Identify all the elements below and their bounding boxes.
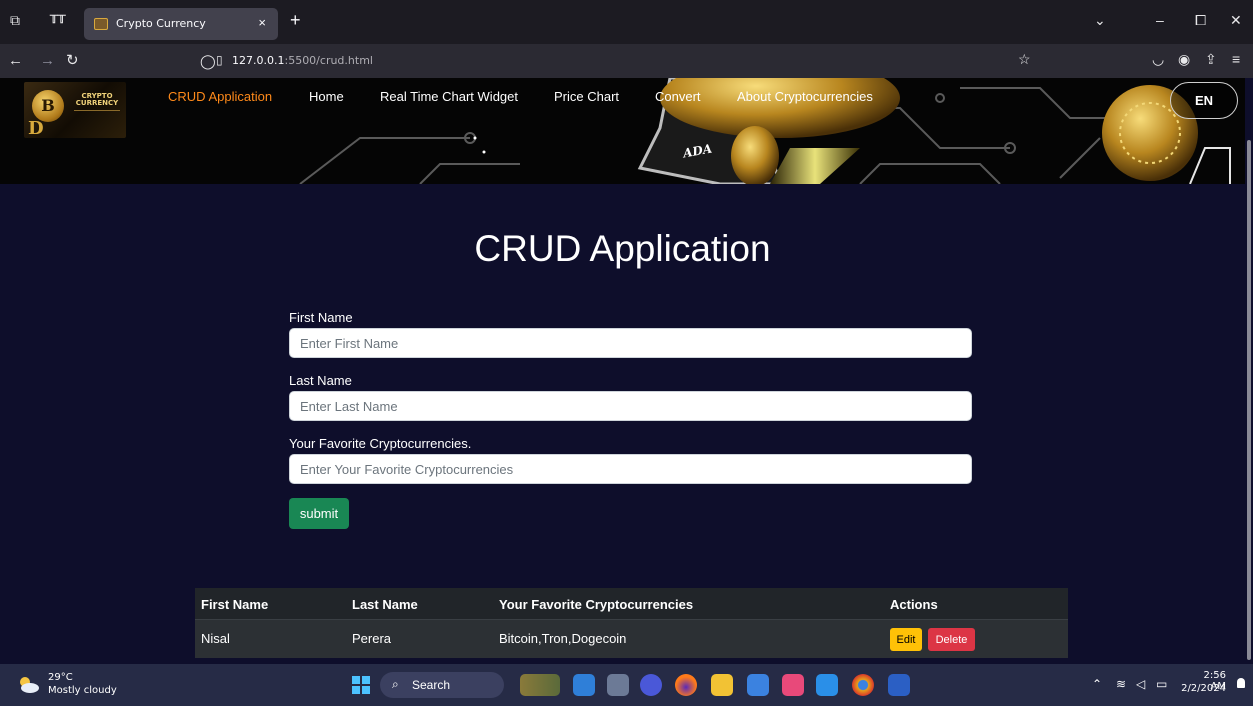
delete-button[interactable]: Delete — [928, 628, 975, 651]
taskbar-search[interactable]: ⌕ Search — [380, 672, 504, 698]
wifi-icon[interactable]: ≋ — [1116, 677, 1126, 691]
header-favorite-crypto: Your Favorite Cryptocurrencies — [499, 597, 694, 612]
first-name-input[interactable] — [289, 328, 972, 358]
page-viewport: ADA B CRYPTO CURRENCY D CRUD Application… — [0, 78, 1245, 664]
minimize-icon[interactable]: – — [1156, 12, 1164, 28]
widget-app-icon[interactable] — [520, 674, 560, 696]
header-first-name: First Name — [201, 597, 269, 612]
word-icon[interactable] — [888, 674, 910, 696]
bookmark-star-icon[interactable]: ☆ — [1018, 51, 1031, 68]
favorite-crypto-label: Your Favorite Cryptocurrencies. — [289, 436, 472, 451]
code-editor-icon[interactable] — [782, 674, 804, 696]
account-icon[interactable]: ◉ — [1178, 51, 1190, 68]
shield-icon[interactable]: ◯ — [200, 53, 216, 70]
browser-tab-bar: ⧉ 𝕋𝕋 Crypto Currency × + ⌄ – ⧠ ✕ — [0, 0, 1253, 44]
search-icon: ⌕ — [392, 677, 399, 691]
extensions-icon[interactable]: ⇪ — [1205, 51, 1217, 68]
page-title: CRUD Application — [474, 228, 771, 269]
cloud-sun-icon[interactable] — [16, 674, 40, 694]
table-header-row: First Name Last Name Your Favorite Crypt… — [195, 588, 1068, 620]
submit-button[interactable]: submit — [289, 498, 349, 529]
cell-first-name: Nisal — [201, 631, 230, 646]
site-logo[interactable]: B CRYPTO CURRENCY D — [24, 82, 126, 138]
browser-nav-bar: ← → ↻ ◯ ▯ 127.0.0.1:5500/crud.html ☆ ◡ ◉… — [0, 44, 1253, 78]
nav-about-cryptocurrencies[interactable]: About Cryptocurrencies — [737, 89, 873, 104]
new-tab-button[interactable]: + — [290, 11, 301, 29]
close-window-icon[interactable]: ✕ — [1230, 12, 1242, 29]
tab-close-icon[interactable]: × — [258, 15, 266, 30]
logo-d-letter: D — [28, 118, 44, 138]
edit-button[interactable]: Edit — [890, 628, 922, 651]
page-icon: ▯ — [216, 53, 223, 67]
chrome-icon[interactable] — [852, 674, 874, 696]
chevron-down-icon[interactable]: ⌄ — [1094, 12, 1106, 29]
meet-app-icon[interactable] — [640, 674, 662, 696]
menu-icon[interactable]: ≡ — [1232, 51, 1240, 67]
vscode-icon[interactable] — [816, 674, 838, 696]
cell-favorite-crypto: Bitcoin,Tron,Dogecoin — [499, 631, 627, 646]
nav-price-chart[interactable]: Price Chart — [554, 89, 619, 104]
notification-bell-icon[interactable] — [1237, 678, 1245, 688]
last-name-label: Last Name — [289, 373, 352, 388]
tab-crypto-currency[interactable]: Crypto Currency × — [84, 8, 278, 40]
language-button[interactable]: EN — [1170, 82, 1238, 119]
search-label: Search — [412, 678, 451, 692]
site-favicon-icon — [94, 18, 108, 30]
reload-icon[interactable]: ↻ — [66, 53, 79, 69]
logo-divider — [74, 110, 120, 118]
scroll-thumb[interactable] — [1247, 140, 1251, 660]
nav-crud-application[interactable]: CRUD Application — [168, 89, 272, 104]
header-last-name: Last Name — [352, 597, 418, 612]
first-name-label: First Name — [289, 310, 353, 325]
restore-icon[interactable]: ⧠ — [1195, 12, 1206, 29]
nav-convert[interactable]: Convert — [655, 89, 701, 104]
back-arrow-icon[interactable]: ← — [8, 53, 23, 69]
forward-arrow-icon[interactable]: → — [40, 53, 55, 69]
windows-start-icon[interactable] — [352, 676, 370, 694]
photos-app-icon[interactable] — [573, 674, 595, 696]
url-text: 127.0.0.1:5500/crud.html — [232, 54, 373, 67]
chevron-up-icon[interactable]: ⌃ — [1092, 677, 1102, 691]
logo-text: CRYPTO CURRENCY — [75, 92, 119, 107]
battery-icon[interactable]: ▭ — [1156, 677, 1167, 691]
table-row: Nisal Perera Bitcoin,Tron,Dogecoin Edit … — [195, 620, 1068, 658]
volume-icon[interactable]: ◁ — [1136, 677, 1145, 691]
url-bar[interactable]: ◯ ▯ 127.0.0.1:5500/crud.html — [196, 48, 1046, 74]
favorite-crypto-input[interactable] — [289, 454, 972, 484]
nav-real-time-chart-widget[interactable]: Real Time Chart Widget — [380, 89, 518, 104]
nav-home[interactable]: Home — [309, 89, 344, 104]
task-view-icon[interactable] — [607, 674, 629, 696]
weather-condition[interactable]: Mostly cloudy — [48, 685, 117, 696]
profile-icon[interactable]: 𝕋𝕋 — [50, 13, 66, 26]
pocket-icon[interactable]: ◡ — [1152, 51, 1164, 68]
page-scrollbar[interactable] — [1245, 78, 1253, 664]
clock-date[interactable]: 2/2/2024 — [1180, 683, 1226, 694]
crypto-table: First Name Last Name Your Favorite Crypt… — [195, 588, 1068, 658]
tab-list-icon[interactable]: ⧉ — [10, 12, 20, 29]
site-header: ADA B CRYPTO CURRENCY D CRUD Application… — [0, 78, 1245, 184]
weather-temperature[interactable]: 29°C — [48, 672, 73, 683]
header-actions: Actions — [890, 597, 938, 612]
taskbar: 29°C Mostly cloudy ⌕ Search ⌃ ≋ ◁ ▭ 2:56… — [0, 664, 1253, 706]
file-explorer-icon[interactable] — [711, 674, 733, 696]
cell-last-name: Perera — [352, 631, 392, 646]
last-name-input[interactable] — [289, 391, 972, 421]
tab-title: Crypto Currency — [116, 17, 206, 30]
store-icon[interactable] — [747, 674, 769, 696]
firefox-icon[interactable] — [675, 674, 697, 696]
